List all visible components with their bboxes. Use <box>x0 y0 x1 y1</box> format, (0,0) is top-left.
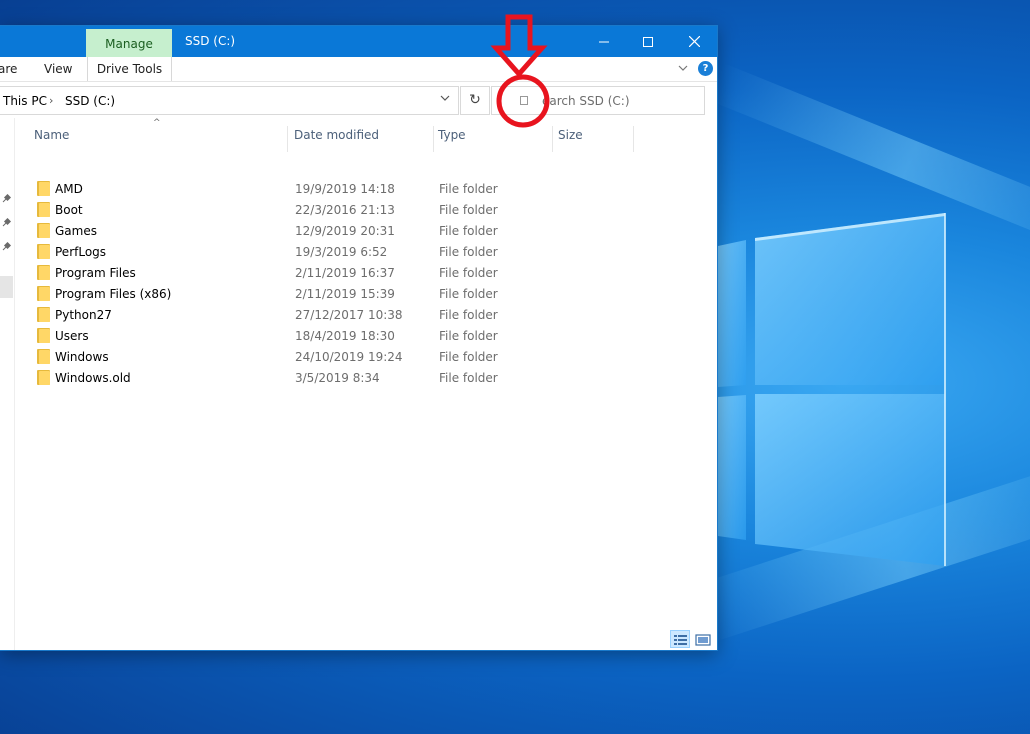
file-date-modified: 19/9/2019 14:18 <box>295 182 395 196</box>
chevron-down-icon[interactable] <box>440 94 450 105</box>
file-name: Windows <box>55 350 109 364</box>
file-name: Windows.old <box>55 371 131 385</box>
table-row[interactable]: Windows.old 3/5/2019 8:34 File folder <box>0 367 717 388</box>
file-name: Program Files <box>55 266 136 280</box>
folder-icon <box>37 265 50 280</box>
window-title: SSD (C:) <box>185 34 236 48</box>
breadcrumb-this-pc[interactable]: This PC <box>3 94 47 108</box>
breadcrumb-separator-icon[interactable]: › <box>49 94 53 107</box>
file-date-modified: 2/11/2019 15:39 <box>295 287 395 301</box>
file-date-modified: 2/11/2019 16:37 <box>295 266 395 280</box>
file-type: File folder <box>439 224 498 238</box>
address-row: This PC › SSD (C:) ↻ <box>0 82 717 118</box>
folder-icon <box>37 181 50 196</box>
breadcrumb-ssd[interactable]: SSD (C:) <box>65 94 115 108</box>
large-icons-view-button[interactable] <box>692 630 712 648</box>
file-type: File folder <box>439 203 498 217</box>
ribbon-tab-share[interactable]: are <box>0 57 17 81</box>
table-row[interactable]: PerfLogs 19/3/2019 6:52 File folder <box>0 241 717 262</box>
file-date-modified: 12/9/2019 20:31 <box>295 224 395 238</box>
column-header-row: ^ Name Date modified Type Size <box>15 118 715 152</box>
file-explorer-window[interactable]: Manage SSD (C:) are View Drive Tools ? T… <box>0 25 718 651</box>
maximize-button[interactable] <box>625 26 671 57</box>
close-icon <box>688 36 700 47</box>
ribbon-tab-view[interactable]: View <box>44 57 72 81</box>
file-name: Users <box>55 329 89 343</box>
file-type: File folder <box>439 287 498 301</box>
ribbon-tab-manage[interactable]: Manage <box>86 29 172 57</box>
file-name: Games <box>55 224 97 238</box>
file-name: Program Files (x86) <box>55 287 172 301</box>
minimize-icon <box>599 41 609 42</box>
minimize-button[interactable] <box>581 26 627 57</box>
large-icons-view-icon <box>695 634 711 646</box>
file-name: AMD <box>55 182 83 196</box>
folder-icon <box>37 286 50 301</box>
folder-icon <box>37 307 50 322</box>
details-view-icon <box>674 635 687 645</box>
file-date-modified: 19/3/2019 6:52 <box>295 245 388 259</box>
refresh-button[interactable]: ↻ <box>460 86 490 115</box>
folder-icon <box>37 202 50 217</box>
column-header-date-modified[interactable]: Date modified <box>290 126 434 152</box>
folder-icon <box>37 223 50 238</box>
file-date-modified: 27/12/2017 10:38 <box>295 308 403 322</box>
view-switcher <box>668 630 714 648</box>
ribbon-tab-bar: are View Drive Tools ? <box>0 57 717 82</box>
maximize-icon <box>643 36 653 47</box>
title-bar[interactable]: Manage SSD (C:) <box>0 26 717 57</box>
file-type: File folder <box>439 266 498 280</box>
address-bar[interactable]: This PC › SSD (C:) <box>0 86 459 115</box>
file-date-modified: 18/4/2019 18:30 <box>295 329 395 343</box>
folder-icon <box>37 370 50 385</box>
red-arrow-annotation <box>490 14 550 128</box>
file-type: File folder <box>439 350 498 364</box>
column-header-name[interactable]: Name <box>30 126 288 152</box>
folder-icon <box>37 349 50 364</box>
file-type: File folder <box>439 329 498 343</box>
table-row[interactable]: Users 18/4/2019 18:30 File folder <box>0 325 717 346</box>
file-date-modified: 3/5/2019 8:34 <box>295 371 380 385</box>
file-type: File folder <box>439 308 498 322</box>
file-type: File folder <box>439 245 498 259</box>
file-date-modified: 24/10/2019 19:24 <box>295 350 403 364</box>
help-icon[interactable]: ? <box>698 61 713 76</box>
chevron-down-icon[interactable] <box>678 62 688 75</box>
ribbon-tab-drive-tools[interactable]: Drive Tools <box>87 57 172 81</box>
table-row[interactable]: Python27 27/12/2017 10:38 File folder <box>0 304 717 325</box>
file-type: File folder <box>439 371 498 385</box>
file-name: PerfLogs <box>55 245 107 259</box>
table-row[interactable]: Boot 22/3/2016 21:13 File folder <box>0 199 717 220</box>
close-button[interactable] <box>671 26 717 57</box>
file-type: File folder <box>439 182 498 196</box>
column-header-size[interactable]: Size <box>554 126 634 152</box>
folder-icon <box>37 328 50 343</box>
search-input[interactable] <box>542 87 702 114</box>
file-date-modified: 22/3/2016 21:13 <box>295 203 395 217</box>
table-row[interactable]: Program Files (x86) 2/11/2019 15:39 File… <box>0 283 717 304</box>
folder-icon <box>37 244 50 259</box>
table-row[interactable]: Games 12/9/2019 20:31 File folder <box>0 220 717 241</box>
file-name: Boot <box>55 203 83 217</box>
file-name: Python27 <box>55 308 112 322</box>
table-row[interactable]: Windows 24/10/2019 19:24 File folder <box>0 346 717 367</box>
table-row[interactable]: Program Files 2/11/2019 16:37 File folde… <box>0 262 717 283</box>
table-row[interactable]: AMD 19/9/2019 14:18 File folder <box>0 178 717 199</box>
details-view-button[interactable] <box>670 630 690 648</box>
